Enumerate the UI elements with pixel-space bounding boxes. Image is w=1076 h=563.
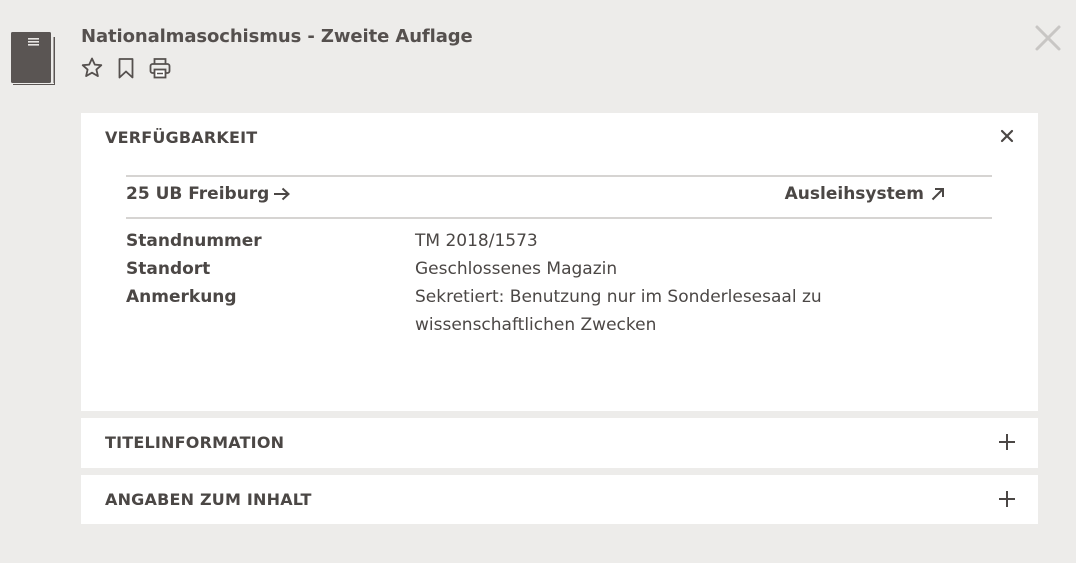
external-link-label: Ausleihsystem bbox=[784, 184, 924, 204]
library-link[interactable]: 25 UB Freiburg bbox=[126, 184, 291, 204]
bookmark-icon[interactable] bbox=[114, 56, 138, 80]
detail-row-note: Anmerkung Sekretiert: Benutzung nur im S… bbox=[126, 283, 946, 339]
divider bbox=[126, 217, 992, 219]
book-icon bbox=[11, 32, 55, 85]
collapse-icon[interactable] bbox=[999, 128, 1015, 144]
library-link-label: 25 UB Freiburg bbox=[126, 184, 270, 204]
detail-key: Standnummer bbox=[126, 231, 262, 251]
detail-value: TM 2018/1573 bbox=[415, 231, 538, 251]
availability-header[interactable]: VERFÜGBARKEIT bbox=[105, 128, 257, 147]
close-icon[interactable] bbox=[1034, 24, 1062, 52]
availability-panel: VERFÜGBARKEIT 25 UB Freiburg Ausleihsyst… bbox=[81, 113, 1038, 411]
content-info-header[interactable]: ANGABEN ZUM INHALT bbox=[105, 490, 312, 509]
detail-key: Anmerkung bbox=[126, 287, 237, 307]
detail-row-call-number: Standnummer TM 2018/1573 bbox=[126, 227, 946, 255]
detail-key: Standort bbox=[126, 259, 211, 279]
holdings-details: Standnummer TM 2018/1573 Standort Geschl… bbox=[126, 227, 946, 339]
title-info-panel[interactable]: TITELINFORMATION bbox=[81, 418, 1038, 468]
detail-value: Geschlossenes Magazin bbox=[415, 259, 618, 279]
record-title: Nationalmasochismus - Zweite Auflage bbox=[81, 26, 473, 47]
external-link-icon bbox=[931, 188, 944, 201]
printer-icon[interactable] bbox=[148, 56, 172, 80]
title-info-header[interactable]: TITELINFORMATION bbox=[105, 433, 284, 452]
arrow-right-icon bbox=[274, 187, 291, 201]
expand-icon[interactable] bbox=[998, 490, 1016, 508]
detail-row-location: Standort Geschlossenes Magazin bbox=[126, 255, 946, 283]
external-loan-link[interactable]: Ausleihsystem bbox=[785, 184, 946, 204]
divider bbox=[126, 175, 992, 177]
star-icon[interactable] bbox=[80, 56, 104, 80]
record-actions bbox=[80, 56, 172, 80]
detail-value: Sekretiert: Benutzung nur im Sonderleses… bbox=[415, 287, 822, 335]
expand-icon[interactable] bbox=[998, 433, 1016, 451]
content-info-panel[interactable]: ANGABEN ZUM INHALT bbox=[81, 475, 1038, 524]
